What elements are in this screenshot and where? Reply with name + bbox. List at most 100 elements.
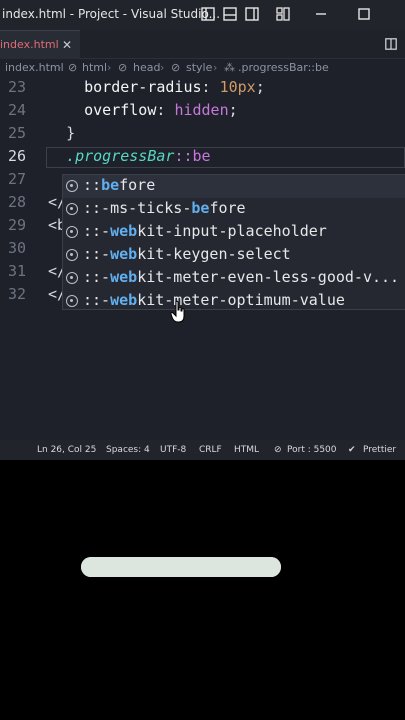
code-token: } [66, 124, 76, 142]
language-mode[interactable]: HTML [234, 445, 259, 455]
chevron-right-icon: › [57, 61, 62, 74]
code-line[interactable]: 23 border-radius: 10px; [0, 78, 405, 101]
line-number: 29 [7, 216, 26, 234]
breadcrumb-item-html[interactable]: html [82, 61, 107, 74]
suggestion-text: ::- [83, 245, 111, 263]
suggestion-match: web [110, 291, 138, 309]
code-line[interactable]: 25 } [0, 124, 405, 147]
code-token: ; [255, 78, 265, 96]
close-icon[interactable]: ✕ [62, 38, 72, 52]
encoding[interactable]: UTF-8 [160, 445, 186, 455]
suggestion-text: fore [209, 199, 246, 217]
code-token: border-radius [84, 78, 202, 96]
title-bar: index.html - Project - Visual Studio... [0, 0, 405, 30]
breadcrumb-item-head[interactable]: head [133, 61, 160, 74]
progress-bar [81, 557, 281, 577]
code-token: overflow [84, 101, 157, 119]
window-title: index.html - Project - Visual Studio... [2, 7, 221, 21]
property-icon [66, 180, 78, 192]
suggestion-label: ::-webkit-keygen-select [83, 245, 291, 263]
prettier-formatter[interactable]: Prettier [363, 445, 396, 455]
line-number: 27 [7, 170, 26, 188]
element-icon: ⊘ [118, 61, 128, 74]
suggestion-text: kit-input-placeholder [137, 222, 327, 240]
line-number: 31 [7, 262, 26, 280]
chevron-right-icon: › [160, 61, 165, 74]
maximize-icon[interactable] [357, 7, 371, 21]
line-number: 28 [7, 193, 26, 211]
toggle-primary-sidebar-icon[interactable] [201, 7, 215, 21]
line-number: 32 [7, 285, 26, 303]
suggestion-text: ::- [83, 268, 111, 286]
toggle-panel-icon[interactable] [223, 7, 237, 21]
status-bar: Ln 26, Col 25 Spaces: 4 UTF-8 CRLF HTML … [0, 440, 405, 460]
suggestion-text: kit-keygen-select [137, 245, 291, 263]
breadcrumb-item-selector[interactable]: .progressBar::be [238, 61, 329, 74]
element-icon: ⊘ [68, 61, 78, 74]
suggestion-item[interactable]: ::-webkit-input-placeholder [63, 221, 405, 244]
browser-preview [0, 460, 405, 720]
suggestion-text: kit-meter-even-less-good-v... [137, 268, 400, 286]
mouse-pointer-icon [170, 300, 185, 323]
suggestion-item[interactable]: ::-webkit-keygen-select [63, 244, 405, 267]
breadcrumb: index.html › ⊘ html › ⊘ head › ⊘ style ›… [0, 59, 405, 77]
suggestion-match: web [110, 245, 138, 263]
code-token: : [156, 101, 175, 119]
line-number: 25 [7, 124, 26, 142]
tab-index-html[interactable]: index.html ✕ [0, 30, 80, 59]
property-icon [66, 272, 78, 284]
code-line[interactable]: 24 overflow: hidden; [0, 101, 405, 124]
suggestion-text: ::-ms-ticks- [83, 199, 192, 217]
minimize-icon[interactable] [314, 7, 328, 21]
toggle-secondary-sidebar-icon[interactable] [245, 7, 259, 21]
suggestion-text: ::- [83, 222, 111, 240]
suggestion-label: ::-webkit-meter-optimum-value [83, 291, 345, 309]
suggestion-text: ::- [83, 291, 111, 309]
live-server-port[interactable]: Port : 5500 [287, 445, 337, 455]
property-icon [66, 226, 78, 238]
line-number: 30 [7, 239, 26, 257]
suggestion-label: ::-ms-ticks-before [83, 199, 246, 217]
code-line[interactable]: 26 .progressBar::be [0, 147, 405, 170]
code-token: ::be [174, 147, 211, 165]
suggestion-match: web [110, 268, 138, 286]
breadcrumb-item-style[interactable]: style [186, 61, 212, 74]
autocomplete-suggestions: ::before::-ms-ticks-before::-webkit-inpu… [62, 174, 405, 310]
suggestion-label: ::-webkit-input-placeholder [83, 222, 327, 240]
suggestion-text: :: [83, 176, 102, 194]
code-token: 10px [219, 78, 256, 96]
tab-label: index.html [0, 38, 59, 51]
no-entry-icon: ⊘ [274, 445, 282, 455]
line-text: } [48, 124, 75, 142]
line-ending[interactable]: CRLF [199, 445, 222, 455]
tab-bar: index.html ✕ [0, 30, 405, 59]
line-number: 26 [7, 147, 26, 165]
indentation-setting[interactable]: Spaces: 4 [106, 445, 150, 455]
suggestion-item[interactable]: ::-ms-ticks-before [63, 198, 405, 221]
chevron-right-icon: › [107, 61, 112, 74]
suggestion-item[interactable]: ::-webkit-meter-optimum-value [63, 290, 405, 309]
customize-layout-icon[interactable] [276, 7, 290, 21]
indentation [48, 147, 66, 165]
breadcrumb-item-file[interactable]: index.html [5, 61, 64, 74]
suggestion-item[interactable]: ::before [63, 175, 405, 198]
line-text: .progressBar::be [48, 147, 211, 165]
code-token: .progressBar [66, 147, 175, 165]
line-text: overflow: hidden; [48, 101, 238, 119]
suggestion-match: web [110, 222, 138, 240]
cursor-position[interactable]: Ln 26, Col 25 [37, 445, 96, 455]
property-icon [66, 249, 78, 261]
selector-icon: ⁂ [224, 61, 235, 74]
split-editor-icon[interactable] [385, 38, 397, 50]
code-token: : [201, 78, 220, 96]
indentation [48, 78, 84, 96]
element-icon: ⊘ [171, 61, 181, 74]
double-check-icon: ✔ [348, 445, 356, 455]
suggestion-text: kit-meter-optimum-value [137, 291, 345, 309]
property-icon [66, 203, 78, 215]
suggestion-item[interactable]: ::-webkit-meter-even-less-good-v... [63, 267, 405, 290]
code-token: ; [228, 101, 238, 119]
suggestion-match: be [101, 176, 120, 194]
code-token: hidden [174, 101, 229, 119]
suggestion-label: ::-webkit-meter-even-less-good-v... [83, 268, 399, 286]
